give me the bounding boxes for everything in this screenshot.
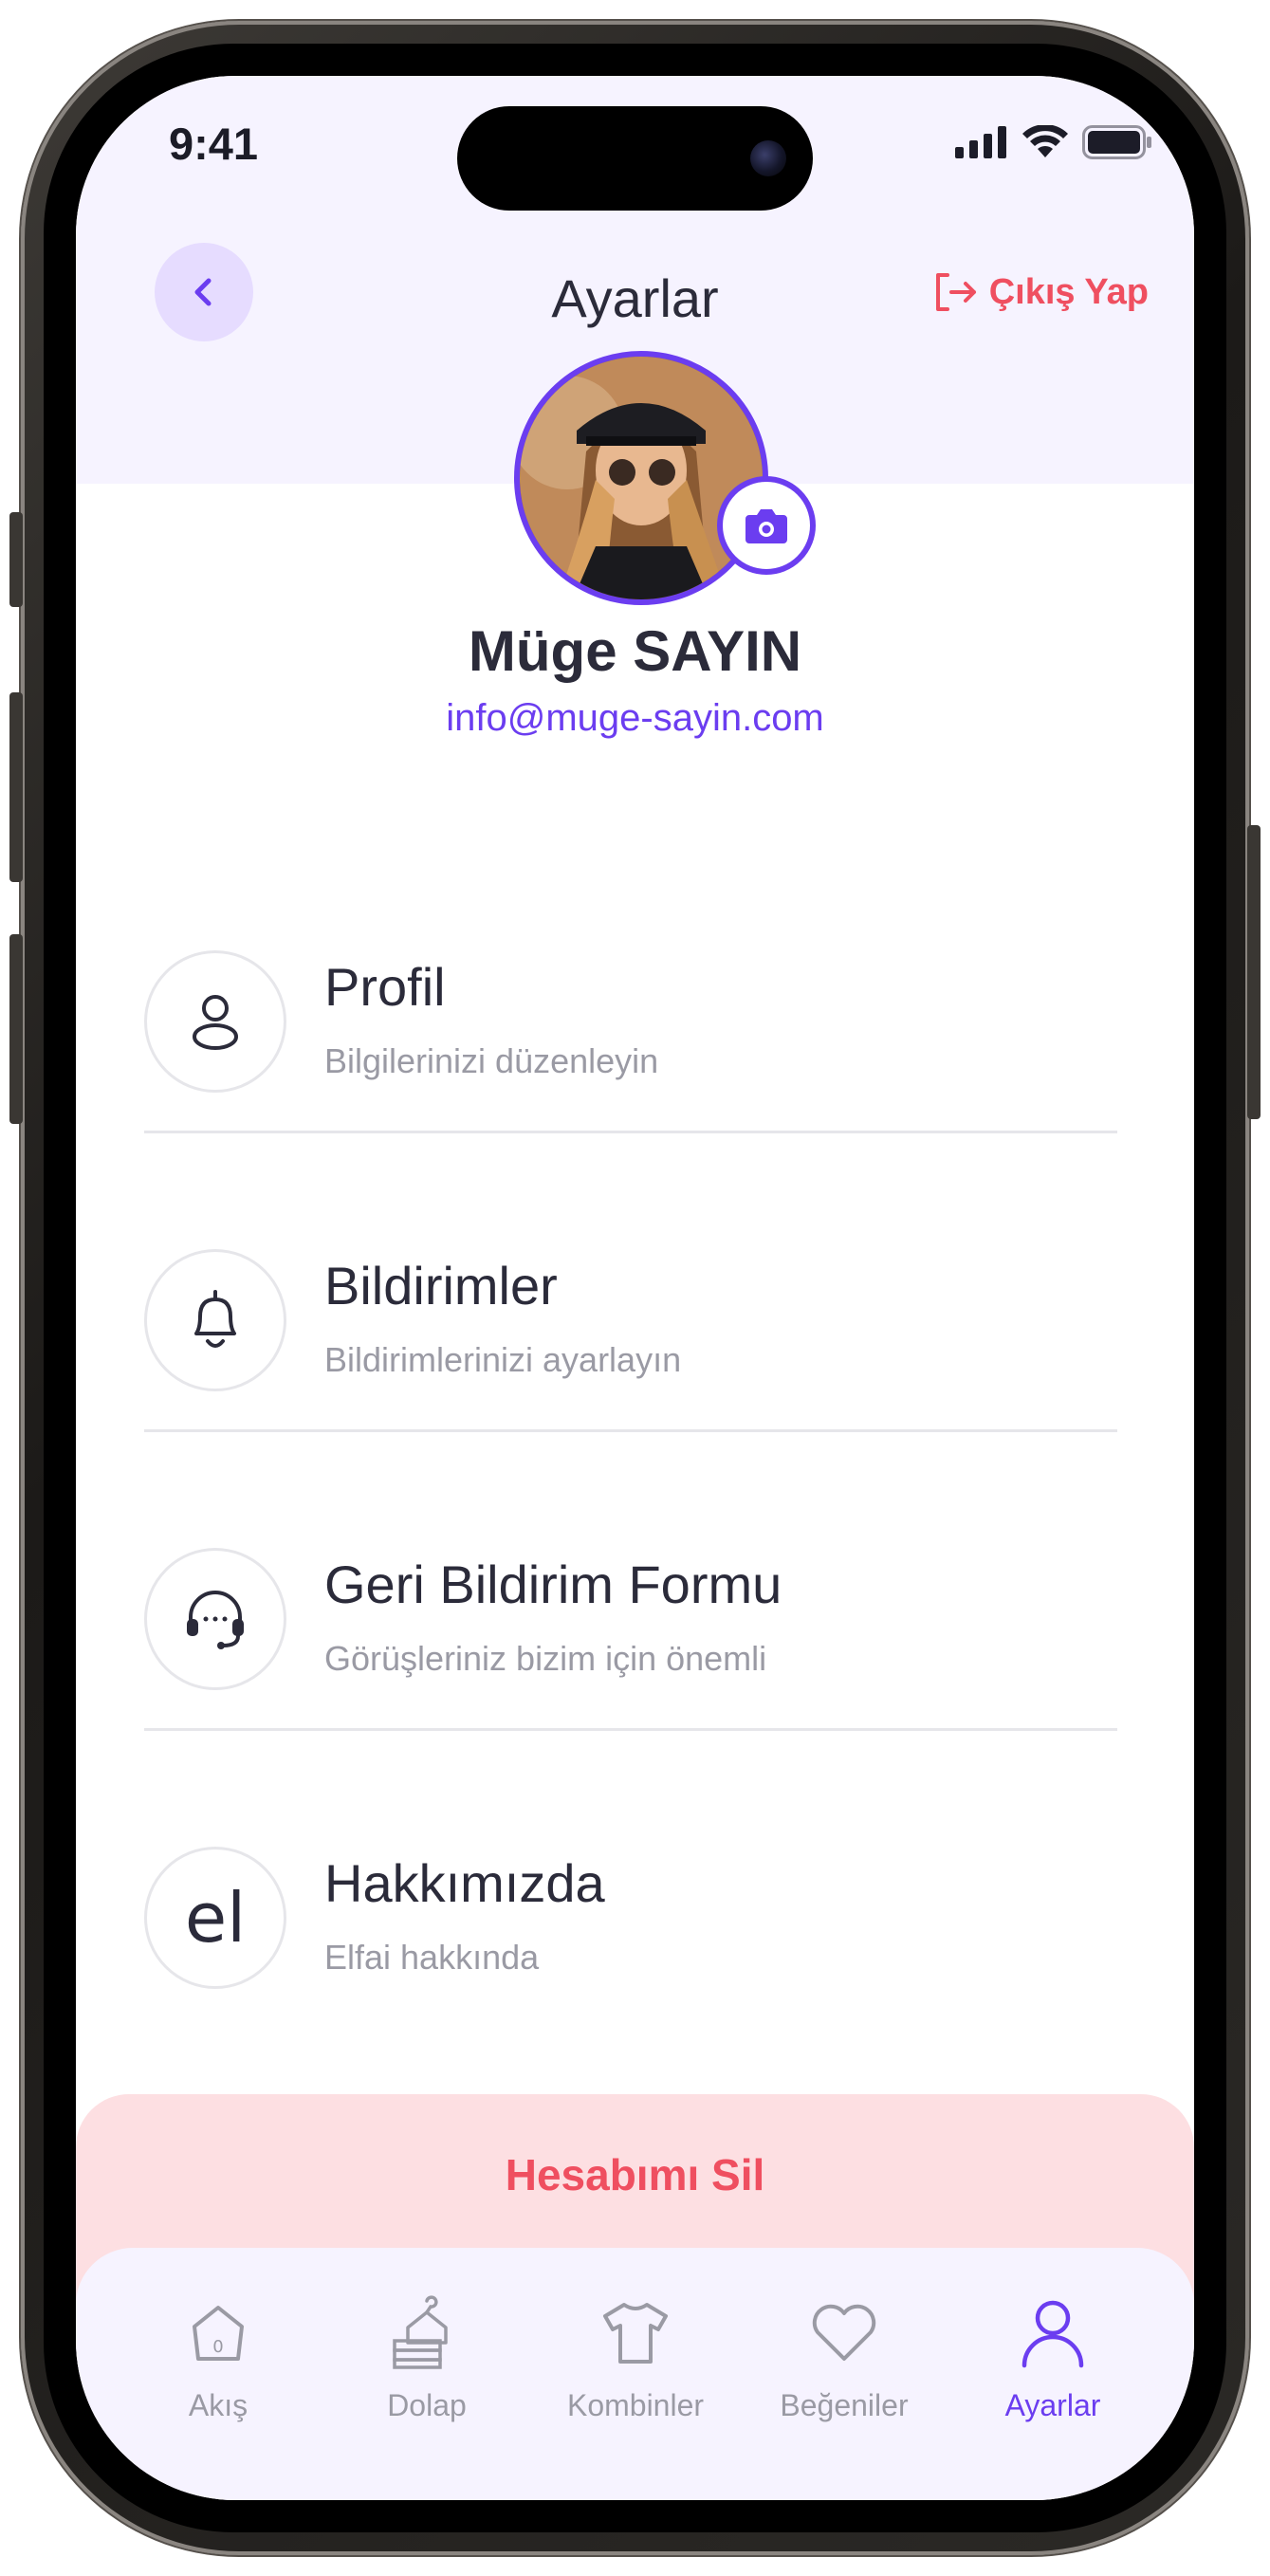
tab-akis[interactable]: 0 Akış <box>114 2295 322 2456</box>
divider <box>144 1728 1117 1731</box>
tab-dolap[interactable]: Dolap <box>322 2295 531 2456</box>
front-camera <box>750 140 786 176</box>
tab-label: Ayarlar <box>1004 2388 1101 2422</box>
svg-text:0: 0 <box>212 2337 223 2357</box>
dynamic-island <box>457 106 813 211</box>
avatar[interactable] <box>514 351 768 605</box>
signal-icon <box>955 126 1006 158</box>
menu-item-subtitle: Bildirimlerinizi ayarlayın <box>324 1340 682 1379</box>
elfai-logo-icon: el <box>184 1878 247 1958</box>
wardrobe-icon <box>393 2295 448 2369</box>
logout-button[interactable]: Çıkış Yap <box>934 271 1149 313</box>
user-icon <box>193 995 238 1050</box>
menu-item-notifications[interactable]: Bildirimler Bildirimlerinizi ayarlayın <box>144 1228 1117 1418</box>
user-name: Müge SAYIN <box>468 619 802 683</box>
menu-item-subtitle: Görüşleriniz bizim için önemli <box>324 1639 767 1678</box>
change-photo-button[interactable] <box>717 476 816 575</box>
menu-item-about[interactable]: el Hakkımızda Elfai hakkında <box>144 1826 1117 2015</box>
headset-icon <box>187 1591 244 1649</box>
tab-label: Dolap <box>387 2388 467 2422</box>
tab-kombinler[interactable]: Kombinler <box>531 2295 740 2456</box>
tab-begeniler[interactable]: Beğeniler <box>740 2295 948 2456</box>
menu-item-subtitle: Bilgilerinizi düzenleyin <box>324 1041 659 1080</box>
menu-item-title: Profil <box>324 957 446 1017</box>
wifi-icon <box>1022 125 1068 157</box>
user-email: info@muge-sayin.com <box>446 697 824 739</box>
menu-item-profile[interactable]: Profil Bilgilerinizi düzenleyin <box>144 929 1117 1119</box>
user-icon <box>1022 2300 1084 2368</box>
menu-icon-circle <box>144 1249 286 1391</box>
heart-icon <box>812 2304 876 2361</box>
tab-label: Kombinler <box>566 2388 705 2422</box>
menu-item-title: Bildirimler <box>324 1256 558 1316</box>
tab-bar: 0 Akış Dolap Kombinler Beğeniler Ayarlar <box>76 2248 1194 2500</box>
menu-item-feedback[interactable]: Geri Bildirim Formu Görüşleriniz bizim i… <box>144 1527 1117 1717</box>
volume-down-button <box>9 934 23 1124</box>
camera-icon <box>745 509 787 543</box>
power-button <box>1247 825 1261 1119</box>
menu-icon-circle: el <box>144 1847 286 1989</box>
volume-up-button <box>9 692 23 882</box>
home-icon: 0 <box>193 2306 244 2361</box>
menu-item-subtitle: Elfai hakkında <box>324 1938 540 1977</box>
mute-switch <box>9 512 23 607</box>
logout-icon <box>935 273 976 311</box>
logout-label: Çıkış Yap <box>988 271 1149 312</box>
menu-item-title: Geri Bildirim Formu <box>324 1555 782 1614</box>
tab-label: Beğeniler <box>780 2388 909 2422</box>
divider <box>144 1131 1117 1133</box>
avatar-container <box>514 351 816 605</box>
menu-icon-circle <box>144 950 286 1093</box>
navigation-bar: Ayarlar Çıkış Yap <box>76 218 1194 341</box>
bell-icon <box>194 1290 236 1348</box>
tshirt-icon <box>603 2303 668 2364</box>
avatar-photo <box>520 357 763 599</box>
battery-icon <box>1082 125 1151 159</box>
menu-icon-circle <box>144 1548 286 1690</box>
status-icons <box>955 125 1152 159</box>
tab-ayarlar[interactable]: Ayarlar <box>948 2295 1157 2456</box>
divider <box>144 1429 1117 1432</box>
app-screen: 9:41 Ayarlar Çıkış Yap Müge SAYIN info@m… <box>76 76 1194 2500</box>
status-time: 9:41 <box>169 119 259 169</box>
menu-item-title: Hakkımızda <box>324 1853 605 1913</box>
delete-account-label: Hesabımı Sil <box>505 2150 765 2199</box>
tab-label: Akış <box>188 2388 248 2422</box>
